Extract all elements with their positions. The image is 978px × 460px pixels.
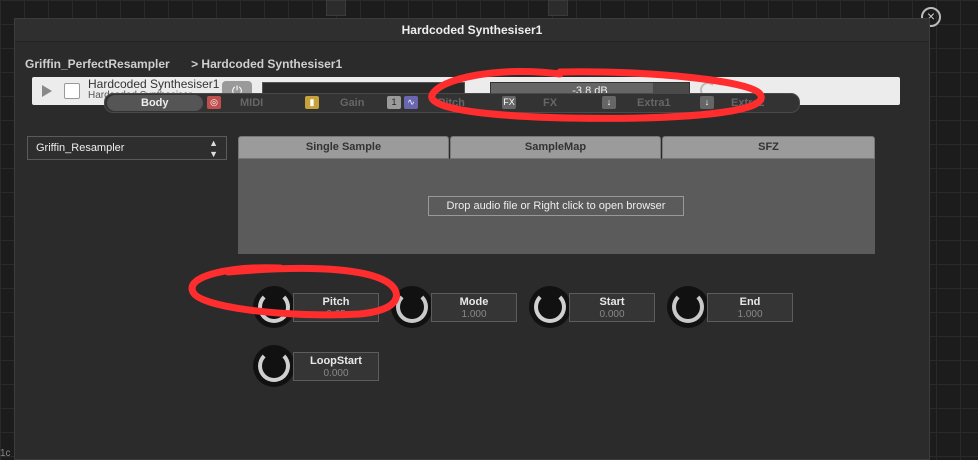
module-tabbar: Body ◎ MIDI ▮ Gain 1 ∿ Pitch FX FX ↓ Ext…: [104, 93, 800, 113]
breadcrumb-item[interactable]: > Hardcoded Synthesiser1: [191, 57, 342, 71]
loopstart-knob[interactable]: [253, 345, 295, 387]
knob-label[interactable]: Mode 1.000: [431, 293, 517, 322]
resampler-dropdown[interactable]: Griffin_Resampler ▲ ▼: [27, 136, 227, 160]
knob-label[interactable]: End 1.000: [707, 293, 793, 322]
pitch-number-icon[interactable]: 1: [387, 96, 401, 109]
end-knob[interactable]: [667, 286, 709, 328]
tab-extra2[interactable]: Extra2: [731, 94, 765, 112]
knob-name: End: [739, 296, 761, 308]
pitch-knob[interactable]: [253, 286, 295, 328]
breadcrumb: Griffin_PerfectResampler > Hardcoded Syn…: [25, 57, 360, 71]
tab-fx[interactable]: FX: [543, 94, 557, 112]
corner-tag: 1c: [0, 448, 11, 459]
sample-source-tabs: Single Sample SampleMap SFZ: [238, 136, 875, 159]
tab-sfz[interactable]: SFZ: [662, 136, 875, 159]
pitch-modulator-icon[interactable]: ∿: [404, 96, 418, 109]
mode-knob[interactable]: [391, 286, 433, 328]
tab-samplemap[interactable]: SampleMap: [450, 136, 661, 159]
background-element: [548, 0, 568, 16]
knob-label[interactable]: Pitch 0.65: [293, 293, 379, 322]
knob-name: LoopStart: [310, 355, 362, 367]
extra-icon[interactable]: ↓: [602, 96, 616, 109]
tab-single-sample[interactable]: Single Sample: [238, 136, 449, 159]
background-element: [326, 0, 346, 16]
module-checkbox[interactable]: [64, 83, 80, 99]
tab-body[interactable]: Body: [141, 94, 169, 112]
dropdown-arrows-icon: ▲ ▼: [209, 138, 218, 159]
knob-value: 0.65: [326, 309, 346, 320]
tab-gain[interactable]: Gain: [340, 94, 364, 112]
knob-value: 1.000: [461, 309, 487, 320]
knob-label[interactable]: LoopStart 0.000: [293, 352, 379, 381]
knob-name: Start: [599, 296, 625, 308]
dropdown-value: Griffin_Resampler: [36, 142, 125, 154]
start-knob[interactable]: [529, 286, 571, 328]
fx-icon[interactable]: FX: [502, 96, 516, 109]
drop-area-label[interactable]: Drop audio file or Right click to open b…: [428, 196, 684, 216]
module-title: Hardcoded Synthesiser1: [88, 77, 220, 91]
gain-modulator-icon[interactable]: ▮: [305, 96, 319, 109]
tab-pitch[interactable]: Pitch: [438, 94, 465, 112]
knob-name: Pitch: [322, 296, 350, 308]
extra-icon[interactable]: ↓: [700, 96, 714, 109]
knob-label[interactable]: Start 0.000: [569, 293, 655, 322]
knob-value: 0.000: [599, 309, 625, 320]
knob-value: 1.000: [737, 309, 763, 320]
breadcrumb-item[interactable]: Griffin_PerfectResampler: [25, 57, 170, 71]
fold-arrow-icon[interactable]: [42, 85, 52, 97]
tab-extra1[interactable]: Extra1: [637, 94, 671, 112]
window-title: Hardcoded Synthesiser1: [15, 19, 929, 42]
midi-processor-icon[interactable]: ◎: [207, 96, 221, 109]
knob-name: Mode: [459, 296, 489, 308]
tab-midi[interactable]: MIDI: [240, 94, 263, 112]
knob-value: 0.000: [323, 368, 349, 379]
audio-drop-area[interactable]: Drop audio file or Right click to open b…: [238, 159, 875, 254]
